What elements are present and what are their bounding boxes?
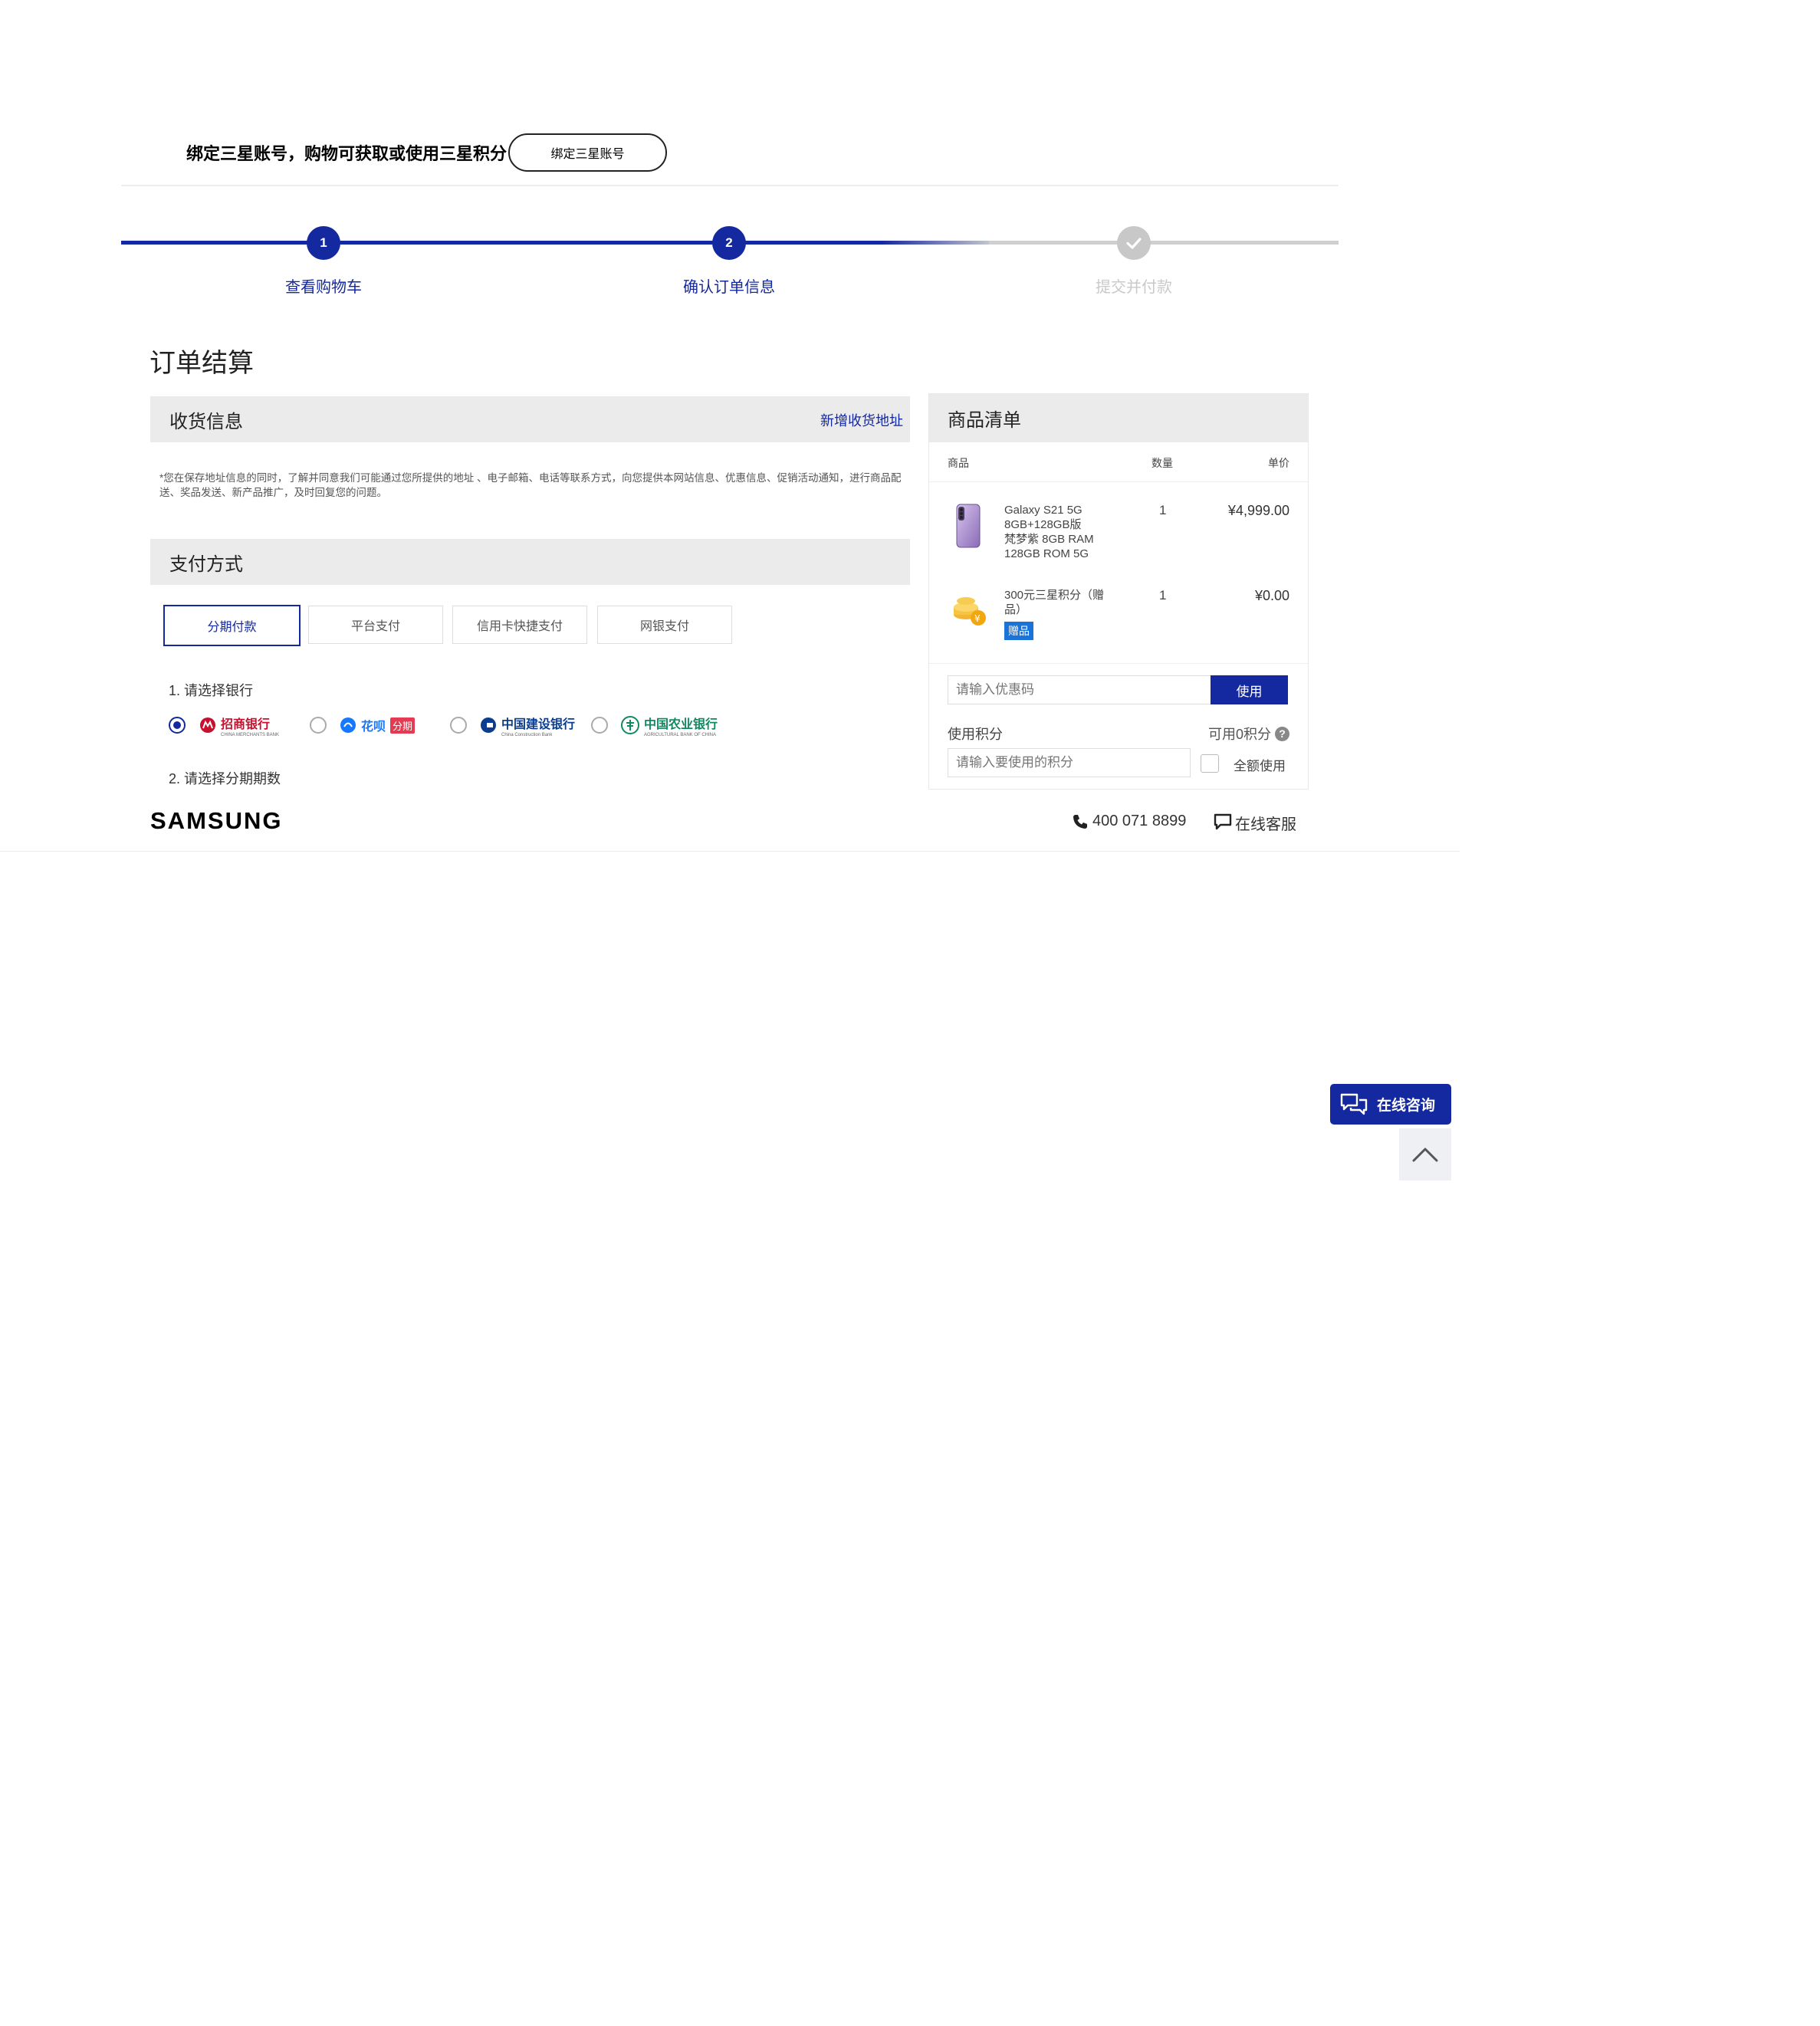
select-installment-term-label: 2. 请选择分期期数 — [169, 771, 281, 786]
phone-icon — [1072, 813, 1089, 834]
payment-title: 支付方式 — [169, 553, 243, 575]
online-consult-button[interactable]: 在线咨询 — [1330, 1084, 1451, 1125]
galaxy-s21-thumbnail[interactable] — [951, 503, 986, 549]
svg-text:¥: ¥ — [974, 613, 981, 624]
cart-title: 商品清单 — [948, 410, 1021, 431]
cmb-logo-icon — [200, 717, 215, 733]
use-points-label: 使用积分 — [948, 727, 1003, 742]
bank-radio-abc[interactable] — [591, 717, 608, 734]
chat-icon — [1214, 813, 1232, 834]
step-1-label[interactable]: 查看购物车 — [224, 274, 423, 297]
ccb-bank-name: 中国建设银行 — [501, 717, 576, 731]
samsung-wordmark-text: SAMSUNG — [150, 808, 281, 832]
tab-installment[interactable]: 分期付款 — [163, 605, 301, 646]
service-phone-number[interactable]: 400 071 8899 — [1092, 813, 1186, 830]
help-icon[interactable]: ? — [1275, 726, 1289, 741]
abc-logo-icon — [621, 716, 639, 734]
huabei-logo-icon — [340, 717, 356, 733]
full-use-checkbox[interactable] — [1201, 754, 1219, 773]
bank-radio-ccb[interactable] — [450, 717, 467, 734]
online-consult-label: 在线咨询 — [1377, 1098, 1436, 1114]
bind-account-message: 绑定三星账号，购物可获取或使用三星积分 — [186, 144, 508, 163]
cart-summary-panel: 商品清单 商品 数量 单价 Galaxy S21 5G 8GB+128GB版 梵… — [928, 393, 1309, 790]
checkmark-icon — [1126, 238, 1142, 249]
item-name-line: 品） — [1004, 603, 1028, 616]
tab-platform-pay[interactable]: 平台支付 — [308, 606, 443, 644]
item-variant-line: 128GB ROM 5G — [1004, 547, 1089, 560]
bind-account-button[interactable]: 绑定三星账号 — [508, 133, 667, 172]
samsung-logo[interactable]: SAMSUNG — [150, 807, 281, 836]
step-3-indicator — [1117, 226, 1151, 260]
available-points: 可用0积分 ? — [1208, 724, 1289, 744]
progress-track-transition — [882, 241, 997, 245]
cart-header: 商品清单 — [929, 394, 1308, 442]
ccb-logo-icon — [481, 717, 496, 733]
online-service-link[interactable]: 在线客服 — [1235, 812, 1296, 834]
add-address-link[interactable]: 新增收货地址 — [820, 410, 903, 430]
cmb-bank-name: 招商银行 — [221, 717, 271, 731]
item-name-line: 300元三星积分（赠 — [1004, 589, 1105, 602]
phone-image-icon — [956, 504, 981, 548]
huabei-logo[interactable]: 花呗 分期 — [340, 712, 416, 738]
select-bank-label: 1. 请选择银行 — [169, 683, 254, 698]
privacy-note: *您在保存地址信息的同时，了解并同意我们可能通过您所提供的地址 、电子邮箱、电话… — [159, 472, 902, 498]
points-input[interactable] — [948, 748, 1191, 777]
item-points-gift-name: 300元三星积分（赠 品） — [1004, 588, 1127, 617]
column-unit-price: 单价 — [1268, 457, 1289, 469]
huabei-name: 花呗 — [361, 721, 386, 734]
ccb-bank-logo[interactable]: 中国建设银行 China Construction Bank — [480, 712, 575, 738]
abc-bank-sub: AGRICULTURAL BANK OF CHINA — [644, 732, 717, 737]
step-2-indicator: 2 — [712, 226, 746, 260]
bank-radio-huabei[interactable] — [310, 717, 327, 734]
column-divider — [929, 481, 1308, 482]
payment-section-header: 支付方式 — [150, 539, 910, 585]
chevron-up-icon — [1412, 1148, 1438, 1162]
top-divider — [121, 185, 1339, 186]
item-price: ¥4,999.00 — [1227, 503, 1289, 518]
column-quantity: 数量 — [1151, 457, 1173, 469]
item-name-line: 8GB+128GB版 — [1004, 518, 1082, 531]
item-price: ¥0.00 — [1254, 588, 1289, 603]
full-use-label: 全额使用 — [1234, 759, 1286, 773]
available-points-text: 可用0积分 — [1207, 727, 1271, 742]
step-3-label: 提交并付款 — [1096, 279, 1172, 296]
item-galaxy-s21-name[interactable]: Galaxy S21 5G 8GB+128GB版 梵梦紫 8GB RAM 128… — [1004, 503, 1127, 561]
coins-icon: ¥ — [954, 597, 986, 626]
coupon-code-input[interactable] — [948, 675, 1212, 704]
tab-credit-card-quick-pay[interactable]: 信用卡快捷支付 — [452, 606, 587, 644]
column-product: 商品 — [948, 457, 969, 469]
abc-bank-logo[interactable]: 中国农业银行 AGRICULTURAL BANK OF CHINA — [621, 712, 718, 738]
item-name-line: Galaxy S21 5G — [1004, 504, 1082, 517]
footer-divider — [0, 851, 1460, 852]
ccb-bank-sub: China Construction Bank — [501, 732, 553, 737]
apply-coupon-button[interactable]: 使用 — [1211, 675, 1288, 704]
item-variant-line: 梵梦紫 8GB RAM — [1004, 533, 1094, 546]
page-title: 订单结算 — [149, 349, 254, 378]
points-gift-thumbnail: ¥ — [951, 592, 989, 630]
step-2-label: 确认订单信息 — [683, 279, 775, 296]
shipping-section-header: 收货信息 — [150, 396, 910, 442]
shipping-title: 收货信息 — [169, 411, 243, 432]
tab-online-banking[interactable]: 网银支付 — [597, 606, 732, 644]
cmb-bank-logo[interactable]: 招商银行 CHINA MERCHANTS BANK — [199, 712, 279, 738]
huabei-installment-tag: 分期 — [390, 717, 416, 734]
samsung-wordmark: SAMSUNG — [150, 807, 281, 834]
abc-bank-name: 中国农业银行 — [644, 717, 718, 731]
progress-track-pending — [989, 241, 1339, 245]
gift-badge: 赠品 — [1004, 622, 1033, 640]
cmb-bank-sub: CHINA MERCHANTS BANK — [221, 732, 280, 737]
back-to-top-button[interactable] — [1399, 1128, 1451, 1180]
item-quantity: 1 — [1159, 588, 1167, 603]
consult-chat-icon — [1340, 1093, 1368, 1115]
progress-track-done — [121, 241, 964, 245]
step-1-indicator: 1 — [307, 226, 340, 260]
bank-radio-cmb[interactable] — [169, 717, 186, 734]
item-quantity: 1 — [1159, 503, 1167, 517]
items-divider — [929, 663, 1308, 664]
